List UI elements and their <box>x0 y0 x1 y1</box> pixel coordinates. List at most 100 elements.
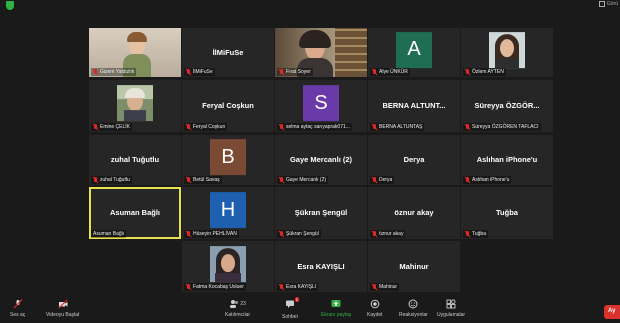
apps-button[interactable]: Uygulamalar <box>437 299 465 318</box>
participant-tile[interactable]: Mahinur Mahinur <box>368 241 460 292</box>
participant-name-label: Feryal Coşkun <box>184 123 228 131</box>
view-label: Görü <box>606 1 618 7</box>
mic-muted-icon <box>465 69 470 75</box>
mic-muted-icon <box>465 124 470 130</box>
participant-tile[interactable]: Derya Derya <box>368 135 460 185</box>
participant-name-label: Hüseyin PEHLİVAN <box>184 230 239 238</box>
participant-tile[interactable]: Fırat Soyer <box>275 28 367 77</box>
start-video-button[interactable]: Videoyu Başlat <box>46 299 79 318</box>
participant-name-label: Mahinur <box>370 283 400 291</box>
participant-tile[interactable]: Şükran Şengül Şükran Şengül <box>275 187 367 239</box>
grid-view-icon <box>598 1 605 7</box>
mic-muted-icon <box>279 69 284 75</box>
mic-muted-icon <box>465 231 470 237</box>
participant-tile[interactable]: Özlem AYTEN <box>461 28 553 77</box>
participants-button[interactable]: 23 Katılımcılar <box>225 299 250 318</box>
mic-muted-icon <box>372 231 377 237</box>
participant-display-name: Feryal Coşkun <box>202 101 254 111</box>
participants-icon <box>230 300 239 308</box>
participant-name-label: selma aytaç sarıyaprak071... <box>277 123 352 131</box>
participant-name-label: Betül Savaş <box>184 176 222 184</box>
participant-tile[interactable]: Feryal Coşkun Feryal Coşkun <box>182 80 274 132</box>
participant-tile[interactable]: H Hüseyin PEHLİVAN <box>182 187 274 239</box>
participant-display-name: Şükran Şengül <box>294 208 348 218</box>
participant-tile-active-speaker[interactable]: Asuman Bağlı Asuman Bağlı <box>89 187 181 239</box>
chat-badge: 1 <box>294 297 299 302</box>
security-shield-icon[interactable] <box>6 1 14 10</box>
participant-photo <box>117 85 153 122</box>
apps-icon <box>446 299 456 309</box>
participant-tile[interactable]: Tuğba Tuğba <box>461 187 553 239</box>
record-button[interactable]: Kaydet <box>367 299 383 318</box>
mic-muted-icon <box>186 231 191 237</box>
participant-avatar: S <box>303 85 339 122</box>
participant-name-label: Özlem AYTEN <box>463 68 506 76</box>
participant-avatar: B <box>210 139 246 176</box>
unmute-button[interactable]: Ses aç <box>10 299 25 318</box>
participant-name-label: Emine ÇELİK <box>91 123 133 131</box>
participant-name-label: Alye ÜNKÜR <box>370 68 410 76</box>
participant-tile[interactable]: S selma aytaç sarıyaprak071... <box>275 80 367 132</box>
participant-display-name: Süreyya ÖZGÖR... <box>474 101 540 111</box>
participant-display-name: Tuğba <box>496 208 518 218</box>
participant-name-label: Tuğba <box>463 230 488 238</box>
mic-muted-icon <box>93 124 98 130</box>
participant-tile[interactable]: Aslıhan iPhone'u Aslıhan iPhone'u <box>461 135 553 185</box>
mic-muted-icon <box>93 177 98 183</box>
participant-tile[interactable]: İlMiFuSe İlMiFuSe <box>182 28 274 77</box>
mic-muted-icon <box>279 177 284 183</box>
share-screen-button[interactable]: Ekranı paylaş <box>321 299 351 318</box>
participant-tile[interactable]: zuhal Tuğutlu zuhal Tuğutlu <box>89 135 181 185</box>
chat-icon <box>285 300 294 308</box>
reactions-button[interactable]: Reaksiyonlar <box>399 299 428 318</box>
participant-photo <box>210 245 246 282</box>
participant-display-name: BERNA ALTUNT... <box>382 101 446 111</box>
participants-count: 23 <box>240 301 246 307</box>
mic-muted-icon <box>279 231 284 237</box>
participant-photo <box>489 31 525 68</box>
chat-button[interactable]: 1 Sohbet <box>282 297 299 320</box>
participant-tile[interactable]: BERNA ALTUNT... BERNA ALTUNTAŞ <box>368 80 460 132</box>
participant-display-name: öznur akay <box>394 208 434 218</box>
participant-display-name: Derya <box>403 155 425 165</box>
participant-name-label: Şükran Şengül <box>277 230 321 238</box>
participant-display-name: Mahinur <box>399 261 429 271</box>
participant-name-label: BERNA ALTUNTAŞ <box>370 123 425 131</box>
participant-name-label: öznur akay <box>370 230 406 238</box>
meeting-toolbar: Ses aç Videoyu Başlat 23 Katılımcılar 1 … <box>0 296 620 323</box>
participant-tile[interactable]: Süreyya ÖZGÖR... Süreyya ÖZGÖREN TAFLACI <box>461 80 553 132</box>
participant-tile[interactable]: Fatma Kocabaş Usluer <box>182 241 274 292</box>
participant-avatar: H <box>210 192 246 229</box>
mic-muted-icon <box>186 284 191 290</box>
participant-name-label: Aslıhan iPhone'u <box>463 176 512 184</box>
participant-tile[interactable]: Emine ÇELİK <box>89 80 181 132</box>
mic-muted-icon <box>372 284 377 290</box>
participant-tile[interactable]: A Alye ÜNKÜR <box>368 28 460 77</box>
participant-tile[interactable]: Esra KAYIŞLI Esra KAYIŞLI <box>275 241 367 292</box>
mic-off-icon <box>13 299 23 309</box>
reactions-icon <box>408 299 418 309</box>
view-toggle[interactable]: Görü <box>598 1 618 7</box>
video-off-icon <box>58 299 68 309</box>
mic-muted-icon <box>186 177 191 183</box>
mic-muted-icon <box>372 124 377 130</box>
participant-tile[interactable]: öznur akay öznur akay <box>368 187 460 239</box>
participant-tile[interactable]: Gizem Yaldızlık <box>89 28 181 77</box>
participant-tile[interactable]: B Betül Savaş <box>182 135 274 185</box>
share-screen-icon <box>331 300 341 307</box>
record-icon <box>370 299 380 309</box>
mic-muted-icon <box>93 69 98 75</box>
participant-display-name: zuhal Tuğutlu <box>110 155 160 165</box>
leave-button[interactable]: Ay <box>604 305 620 319</box>
participant-name-label: Gaye Mercanlı (2) <box>277 176 329 184</box>
participant-name-label: Süreyya ÖZGÖREN TAFLACI <box>463 123 541 131</box>
participant-display-name: Asuman Bağlı <box>109 208 160 218</box>
participant-display-name: İlMiFuSe <box>212 47 244 57</box>
participant-name-label: Fırat Soyer <box>277 68 313 76</box>
mic-muted-icon <box>372 69 377 75</box>
participant-tile[interactable]: Gaye Mercanlı (2) Gaye Mercanlı (2) <box>275 135 367 185</box>
mic-muted-icon <box>465 177 470 183</box>
mic-muted-icon <box>186 69 191 75</box>
participant-display-name: Aslıhan iPhone'u <box>476 155 538 165</box>
participant-name-label: Derya <box>370 176 395 184</box>
